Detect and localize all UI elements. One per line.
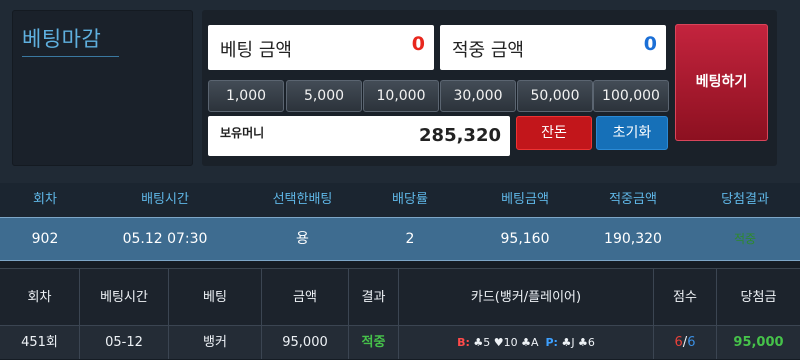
chip-10000-button[interactable]: 10,000 (363, 80, 439, 112)
results-header-result: 결과 (349, 269, 399, 326)
change-button[interactable]: 잔돈 (516, 116, 592, 150)
history-time: 05.12 07:30 (122, 231, 208, 247)
history-header-pick: 선택한배팅 (272, 192, 333, 207)
win-amount-value: 0 (643, 33, 657, 55)
history-round: 902 (31, 231, 59, 247)
results-header-payout: 당첨금 (740, 290, 777, 305)
results-row[interactable]: 451회 05-12 뱅커 95,000 적중 B: ♣5 ♥10 ♣A P: … (0, 325, 800, 359)
bet-amount-label: 베팅 금액 (220, 40, 292, 61)
banker-prefix: B: (457, 336, 470, 349)
bet-amount-field: 베팅 금액 0 (208, 25, 434, 70)
results-cards: B: ♣5 ♥10 ♣A P: ♣J ♣6 (399, 325, 654, 359)
win-amount-field: 적중 금액 0 (440, 25, 666, 70)
results-round: 451회 (0, 325, 80, 359)
place-bet-button[interactable]: 베팅하기 (675, 24, 768, 141)
results-header-amount: 금액 (262, 269, 349, 326)
history-header-round: 회차 (33, 192, 57, 207)
chip-30000-button[interactable]: 30,000 (440, 80, 516, 112)
results-result: 적중 (349, 325, 399, 359)
chip-50000-button[interactable]: 50,000 (517, 80, 593, 112)
section-gap (0, 261, 800, 268)
reset-button[interactable]: 초기화 (596, 116, 668, 150)
balance-box: 보유머니 285,320 (208, 116, 510, 156)
results-amount: 95,000 (262, 325, 349, 359)
results-header-time: 베팅시간 (80, 269, 169, 326)
chip-100000-button[interactable]: 100,000 (593, 80, 669, 112)
score-banker: 6 (674, 335, 683, 350)
results-payout: 95,000 (717, 325, 800, 359)
results-bet: 뱅커 (169, 325, 262, 359)
history-header-bet: 베팅금액 (501, 192, 549, 207)
history-header-win: 적중금액 (609, 192, 657, 207)
results-header-cards: 카드(뱅커/플레이어) (399, 269, 654, 326)
history-result: 적중 (733, 232, 757, 246)
balance-value: 285,320 (419, 125, 501, 146)
status-panel: 베팅마감 (12, 10, 193, 166)
results-header: 회차 베팅시간 베팅 금액 결과 카드(뱅커/플레이어) 점수 당첨금 (0, 268, 800, 326)
bet-amount-value: 0 (411, 33, 425, 55)
results-header-bet: 베팅 (169, 269, 262, 326)
balance-label: 보유머니 (220, 126, 265, 140)
history-odds: 2 (405, 231, 415, 247)
status-title: 베팅마감 (22, 27, 102, 51)
results-score: 6/6 (654, 325, 717, 359)
history-row[interactable]: 902 05.12 07:30 용 2 95,160 190,320 적중 (0, 217, 800, 261)
win-amount-label: 적중 금액 (452, 40, 524, 61)
chip-1000-button[interactable]: 1,000 (208, 80, 284, 112)
history-win: 190,320 (604, 231, 662, 247)
player-cards: ♣J ♣6 (561, 336, 595, 349)
betting-top-area: 베팅마감 베팅 금액 0 적중 금액 0 1,000 5,000 10,000 … (0, 0, 800, 183)
player-prefix: P: (545, 336, 558, 349)
results-header-round: 회차 (0, 269, 80, 326)
history-header-result: 당첨결과 (721, 192, 769, 207)
status-underline (22, 56, 119, 57)
banker-cards: ♣5 ♥10 ♣A (473, 336, 539, 349)
history-bet: 95,160 (500, 231, 550, 247)
history-header-odds: 배당률 (392, 192, 428, 207)
score-player: 6 (687, 335, 696, 350)
history-header-time: 배팅시간 (141, 192, 189, 207)
history-header: 회차 배팅시간 선택한배팅 배당률 베팅금액 적중금액 당첨결과 (0, 183, 800, 217)
results-time: 05-12 (80, 325, 169, 359)
history-pick: 용 (296, 231, 309, 247)
chip-5000-button[interactable]: 5,000 (286, 80, 362, 112)
results-header-score: 점수 (654, 269, 717, 326)
